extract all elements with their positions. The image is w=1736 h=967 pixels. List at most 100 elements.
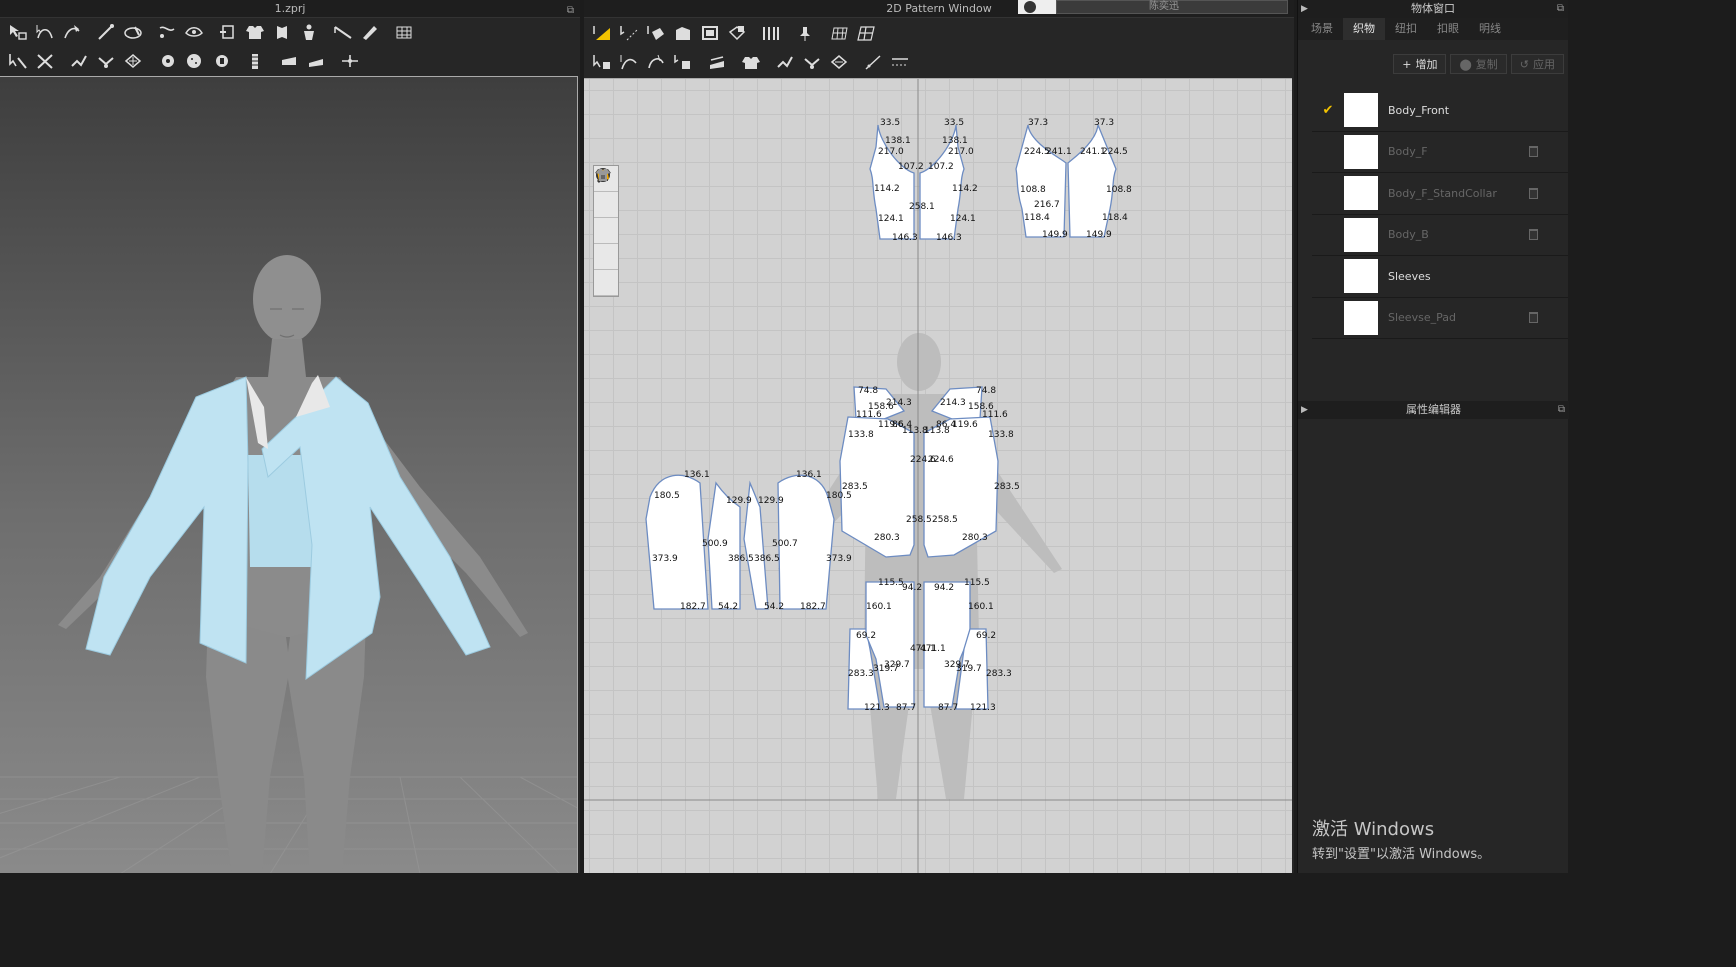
tab-fabric[interactable]: 织物 <box>1343 18 1385 40</box>
pattern-measure-label: 258.5 <box>932 515 958 525</box>
fabric-swatch[interactable] <box>1344 259 1378 294</box>
sew-segment-icon[interactable] <box>615 50 642 74</box>
fabric-swatch[interactable] <box>1344 217 1378 252</box>
zipper-icon[interactable] <box>241 49 268 73</box>
2d-side-toolbar: i <box>593 165 619 297</box>
check-sewing-icon[interactable] <box>669 50 696 74</box>
fabric-name: Body_F_StandCollar <box>1388 186 1497 200</box>
fabric-name: Sleeves <box>1388 269 1431 283</box>
select-2d-icon[interactable] <box>588 50 615 74</box>
trash-icon[interactable] <box>1529 312 1538 324</box>
scissors-icon[interactable] <box>31 49 58 73</box>
pattern-measure-label: 138.1 <box>942 136 968 146</box>
info-icon[interactable]: i <box>594 168 618 244</box>
measure-icon[interactable] <box>329 20 356 44</box>
line-icon[interactable] <box>859 50 886 74</box>
trash-icon[interactable] <box>1529 187 1538 199</box>
tab-button[interactable]: 纽扣 <box>1385 18 1427 40</box>
brush-icon[interactable] <box>119 20 146 44</box>
texture-icon[interactable] <box>703 50 730 74</box>
arrangement-icon[interactable] <box>214 20 241 44</box>
fabric-swatch[interactable] <box>1344 134 1378 169</box>
trim-icon[interactable] <box>336 49 363 73</box>
fabric-list-item[interactable]: Body_F <box>1312 132 1568 173</box>
copy-label: 复制 <box>1475 58 1498 71</box>
add-fabric-button[interactable]: + 增加 <box>1393 54 1447 74</box>
pattern-measure-label: 69.2 <box>856 631 876 641</box>
checker-icon[interactable] <box>119 49 146 73</box>
popout-icon[interactable]: ⧉ <box>1557 0 1564 18</box>
pin-2d-b-icon[interactable] <box>771 50 798 74</box>
trash-icon[interactable] <box>1529 229 1538 241</box>
fabric-list-item[interactable]: Body_F_StandCollar <box>1312 173 1568 215</box>
fabric-list-item[interactable]: Body_B <box>1312 215 1568 256</box>
pattern-measure-label: 258.1 <box>909 202 935 212</box>
fabric-swatch[interactable] <box>1344 176 1378 211</box>
tab-scene[interactable]: 场景 <box>1301 18 1343 40</box>
button-2d-icon[interactable] <box>825 50 852 74</box>
shirt-view-icon[interactable] <box>594 169 618 218</box>
pin-icon[interactable] <box>65 49 92 73</box>
collapse-arrow-icon[interactable]: ▶ <box>1301 0 1308 18</box>
garment-2d-icon[interactable] <box>737 50 764 74</box>
buttonhole-icon[interactable] <box>207 49 234 73</box>
edit-curve-icon[interactable] <box>642 21 669 45</box>
edit-pattern-icon[interactable] <box>588 21 615 45</box>
polygon-icon[interactable] <box>669 21 696 45</box>
apply-icon: ↺ <box>1519 57 1529 71</box>
grid-2d-icon[interactable] <box>852 21 879 45</box>
fabric-swatch[interactable] <box>1344 300 1378 335</box>
pattern-measure-label: 329.7 <box>944 660 970 670</box>
internal-polygon-icon[interactable] <box>723 21 750 45</box>
dart-icon[interactable] <box>757 21 784 45</box>
avatar-pin-icon[interactable] <box>295 20 322 44</box>
garment-fit-icon[interactable] <box>241 20 268 44</box>
pattern-layout: 33.5138.1217.0107.2114.2258.1124.1146.33… <box>584 79 1292 873</box>
popout-icon[interactable]: ⧉ <box>1558 401 1565 419</box>
pencil-icon[interactable] <box>356 20 383 44</box>
copy-fabric-button[interactable]: ⬤ 复制 <box>1450 54 1507 74</box>
3d-viewport[interactable] <box>0 76 578 873</box>
edit-avatar-icon[interactable] <box>4 49 31 73</box>
button-add-icon[interactable] <box>153 49 180 73</box>
dashed-line-icon[interactable] <box>886 50 913 74</box>
fabric-list-item[interactable]: ✔ Body_Front <box>1312 90 1568 132</box>
pin-2d-icon[interactable] <box>791 21 818 45</box>
texture-view-icon[interactable] <box>594 169 618 270</box>
collapse-arrow-icon[interactable]: ▶ <box>1301 401 1308 419</box>
topstitch-icon[interactable] <box>275 49 302 73</box>
pattern-measure-label: 114.2 <box>952 184 978 194</box>
pattern-measure-label: 69.2 <box>976 631 996 641</box>
piping-icon[interactable] <box>302 49 329 73</box>
segment-sewing-icon[interactable] <box>92 20 119 44</box>
pattern-canvas[interactable]: 33.5 138.1 217.0 107.2 114.2 258.1 124.1 146.3 3… <box>584 78 1292 873</box>
fabric-swatch[interactable] <box>1344 93 1378 128</box>
select-move-icon[interactable] <box>4 20 31 44</box>
tack-icon[interactable] <box>153 20 180 44</box>
pattern-measure-label: 111.6 <box>982 410 1008 420</box>
pattern-measure-label: 373.9 <box>826 554 852 564</box>
pattern-measure-label: 258.5 <box>906 515 932 525</box>
sew-free-icon[interactable] <box>642 50 669 74</box>
tack-on-avatar-icon[interactable] <box>180 20 207 44</box>
tab-topstitch[interactable]: 明线 <box>1469 18 1511 40</box>
pattern-measure-label: 129.9 <box>758 496 784 506</box>
rectangle-icon[interactable] <box>696 21 723 45</box>
pin-box-icon[interactable] <box>92 49 119 73</box>
grading-grid-icon[interactable] <box>825 21 852 45</box>
transform-pattern-icon[interactable] <box>58 20 85 44</box>
apply-fabric-button[interactable]: ↺ 应用 <box>1510 54 1564 74</box>
object-window-titlebar: ▶ 物体窗口 ⧉ <box>1298 0 1568 18</box>
lock-shirt-icon[interactable] <box>594 169 618 296</box>
fabric-list-item[interactable]: Sleevse_Pad <box>1312 298 1568 339</box>
fold-icon[interactable] <box>268 20 295 44</box>
button-icon[interactable] <box>180 49 207 73</box>
tab-buttonhole[interactable]: 扣眼 <box>1427 18 1469 40</box>
trash-icon[interactable] <box>1529 146 1538 158</box>
fabric-list-item[interactable]: Sleeves <box>1312 256 1568 298</box>
pin-2d-c-icon[interactable] <box>798 50 825 74</box>
edit-point-icon[interactable] <box>615 21 642 45</box>
grid-display-icon[interactable] <box>390 20 417 44</box>
select-mesh-icon[interactable] <box>31 20 58 44</box>
pattern-measure-label: 146.3 <box>892 233 918 243</box>
